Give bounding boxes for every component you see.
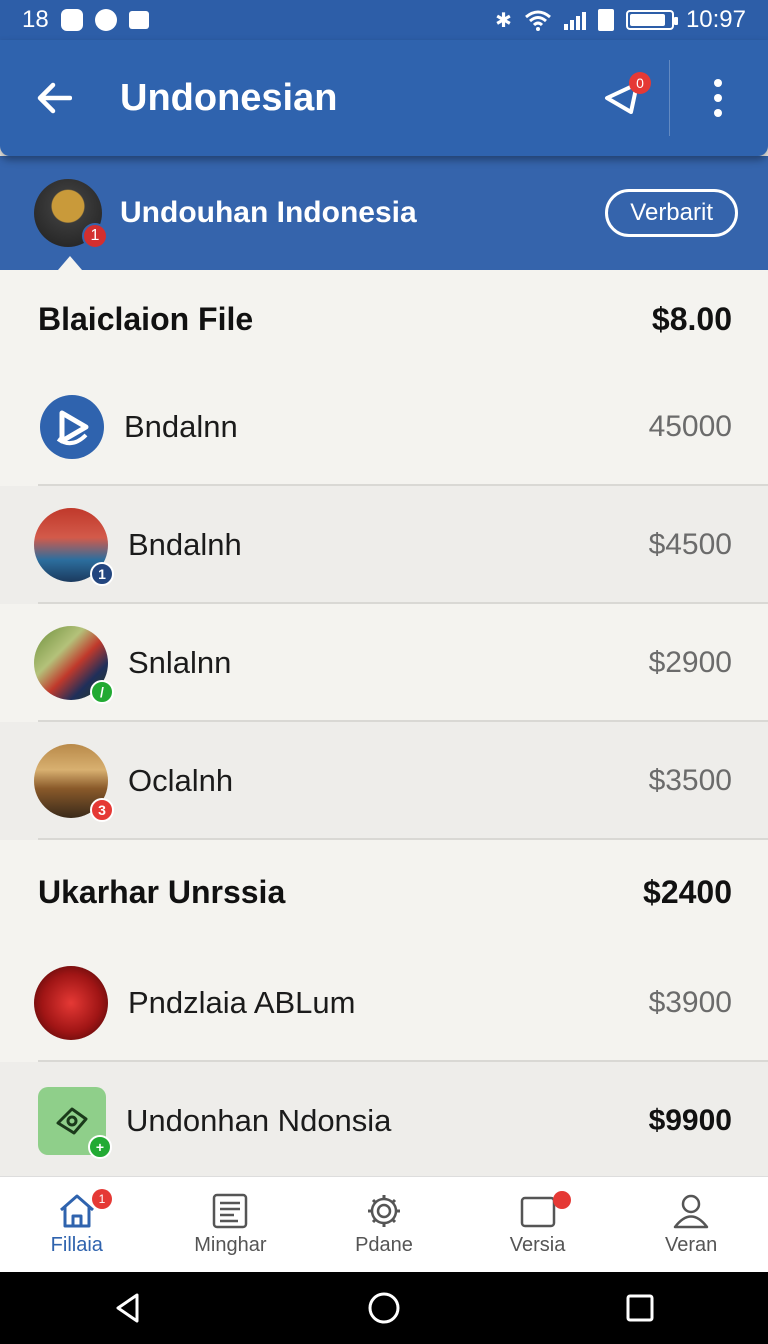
bluetooth-icon: ✱: [495, 9, 512, 32]
sim-icon: [597, 9, 614, 31]
play-icon: [56, 410, 89, 446]
system-recents-button[interactable]: [610, 1278, 670, 1338]
system-back-button[interactable]: [98, 1278, 158, 1338]
app-notification-icon: [94, 9, 117, 31]
list-icon: [213, 1193, 248, 1229]
system-navigation-bar: [0, 1272, 768, 1344]
status-number: 18: [22, 6, 49, 33]
list-item[interactable]: 3 Oclalnh $3500: [0, 722, 768, 840]
channel-avatar[interactable]: 1: [34, 179, 108, 249]
circle-home-icon: [368, 1292, 400, 1324]
more-dot-icon: [714, 79, 722, 87]
flag-photo-thumbnail: /: [34, 626, 114, 704]
bottom-navigation: 1 Fillaia Minghar Pdane Versia Veran: [0, 1176, 768, 1272]
more-dot-icon: [714, 94, 722, 102]
item-price: $4500: [648, 528, 732, 561]
item-price: $3500: [648, 764, 732, 797]
channel-header: 1 Undouhan Indonesia Verbarit: [0, 156, 768, 270]
gear-icon: [367, 1195, 400, 1227]
page-title: Undonesian: [120, 76, 338, 119]
section-title: Blaiclaion File: [38, 300, 254, 337]
inbox-icon: [520, 1196, 555, 1228]
back-arrow-icon: [37, 82, 72, 114]
more-options-button[interactable]: [698, 68, 738, 128]
share-badge: 0: [629, 72, 651, 94]
nav-badge: [552, 1191, 571, 1209]
section-header: Blaiclaion File $8.00: [0, 270, 768, 368]
header-caret: [58, 256, 82, 270]
wifi-icon: [524, 10, 551, 31]
item-price: $9900: [648, 1104, 732, 1137]
triangle-back-icon: [116, 1293, 139, 1323]
banknote-icon: [56, 1107, 88, 1135]
more-dot-icon: [714, 109, 722, 117]
item-badge: +: [88, 1135, 112, 1159]
item-name: Bndalnn: [124, 409, 238, 444]
person-icon: [673, 1194, 709, 1229]
battery-icon: [625, 10, 678, 30]
divider: [38, 838, 768, 840]
list-item[interactable]: + Undonhan Ndonsia $9900: [0, 1062, 768, 1180]
list-item[interactable]: Pndzlaia ABLum $3900: [0, 944, 768, 1062]
status-bar: 18 ✱ 10:97: [0, 0, 768, 40]
section-total: $2400: [643, 873, 732, 910]
nav-item-veran[interactable]: Veran: [614, 1177, 768, 1272]
item-name: Undonhan Ndonsia: [126, 1103, 392, 1138]
status-time: 10:97: [685, 6, 746, 33]
content-list: Blaiclaion File $8.00 Bndalnn 45000 1 Bn…: [0, 270, 768, 1180]
nav-badge: 1: [92, 1189, 112, 1209]
item-name: Snlalnn: [128, 645, 232, 680]
nav-item-minghar[interactable]: Minghar: [154, 1177, 308, 1272]
nav-item-versia[interactable]: Versia: [461, 1177, 615, 1272]
list-item[interactable]: Bndalnn 45000: [0, 368, 768, 486]
nav-label: Fillaia: [50, 1234, 103, 1256]
back-button[interactable]: [24, 68, 84, 128]
channel-name: Undouhan Indonesia: [120, 196, 417, 229]
section-total: $8.00: [651, 300, 732, 337]
signal-icon: [563, 10, 586, 30]
money-icon: +: [38, 1087, 112, 1159]
avatar-badge: 1: [82, 223, 108, 249]
nav-label: Veran: [665, 1234, 718, 1256]
album-cover-thumbnail: [34, 966, 108, 1040]
item-badge: /: [90, 680, 114, 704]
play-logo-icon: [40, 395, 104, 459]
list-item[interactable]: 1 Bndalnh $4500: [0, 486, 768, 604]
item-name: Bndalnh: [128, 527, 242, 562]
list-item[interactable]: / Snlalnn $2900: [0, 604, 768, 722]
nav-item-fillaia[interactable]: 1 Fillaia: [0, 1177, 154, 1272]
app-bar: Undonesian 0: [0, 40, 768, 156]
section-title: Ukarhar Unrssia: [38, 873, 286, 910]
system-home-button[interactable]: [354, 1278, 414, 1338]
nav-label: Minghar: [194, 1234, 267, 1256]
city-photo-thumbnail: 1: [34, 508, 114, 586]
street-photo-thumbnail: 3: [34, 744, 114, 822]
message-notification-icon: [128, 11, 149, 29]
item-price: $3900: [648, 986, 732, 1019]
item-badge: 3: [90, 798, 114, 822]
item-name: Pndzlaia ABLum: [128, 985, 356, 1020]
share-button[interactable]: 0: [591, 66, 655, 130]
item-price: 45000: [648, 410, 732, 443]
square-recents-icon: [626, 1294, 654, 1322]
nav-label: Pdane: [355, 1234, 413, 1256]
divider: [669, 60, 670, 136]
home-icon: [59, 1194, 94, 1228]
item-name: Oclalnh: [128, 763, 234, 798]
nav-label: Versia: [509, 1234, 566, 1256]
nav-item-pdane[interactable]: Pdane: [307, 1177, 461, 1272]
item-price: $2900: [648, 646, 732, 679]
app-notification-icon: [60, 9, 83, 31]
item-badge: 1: [90, 562, 114, 586]
section-header: Ukarhar Unrssia $2400: [0, 840, 768, 944]
follow-button[interactable]: Verbarit: [605, 189, 738, 237]
